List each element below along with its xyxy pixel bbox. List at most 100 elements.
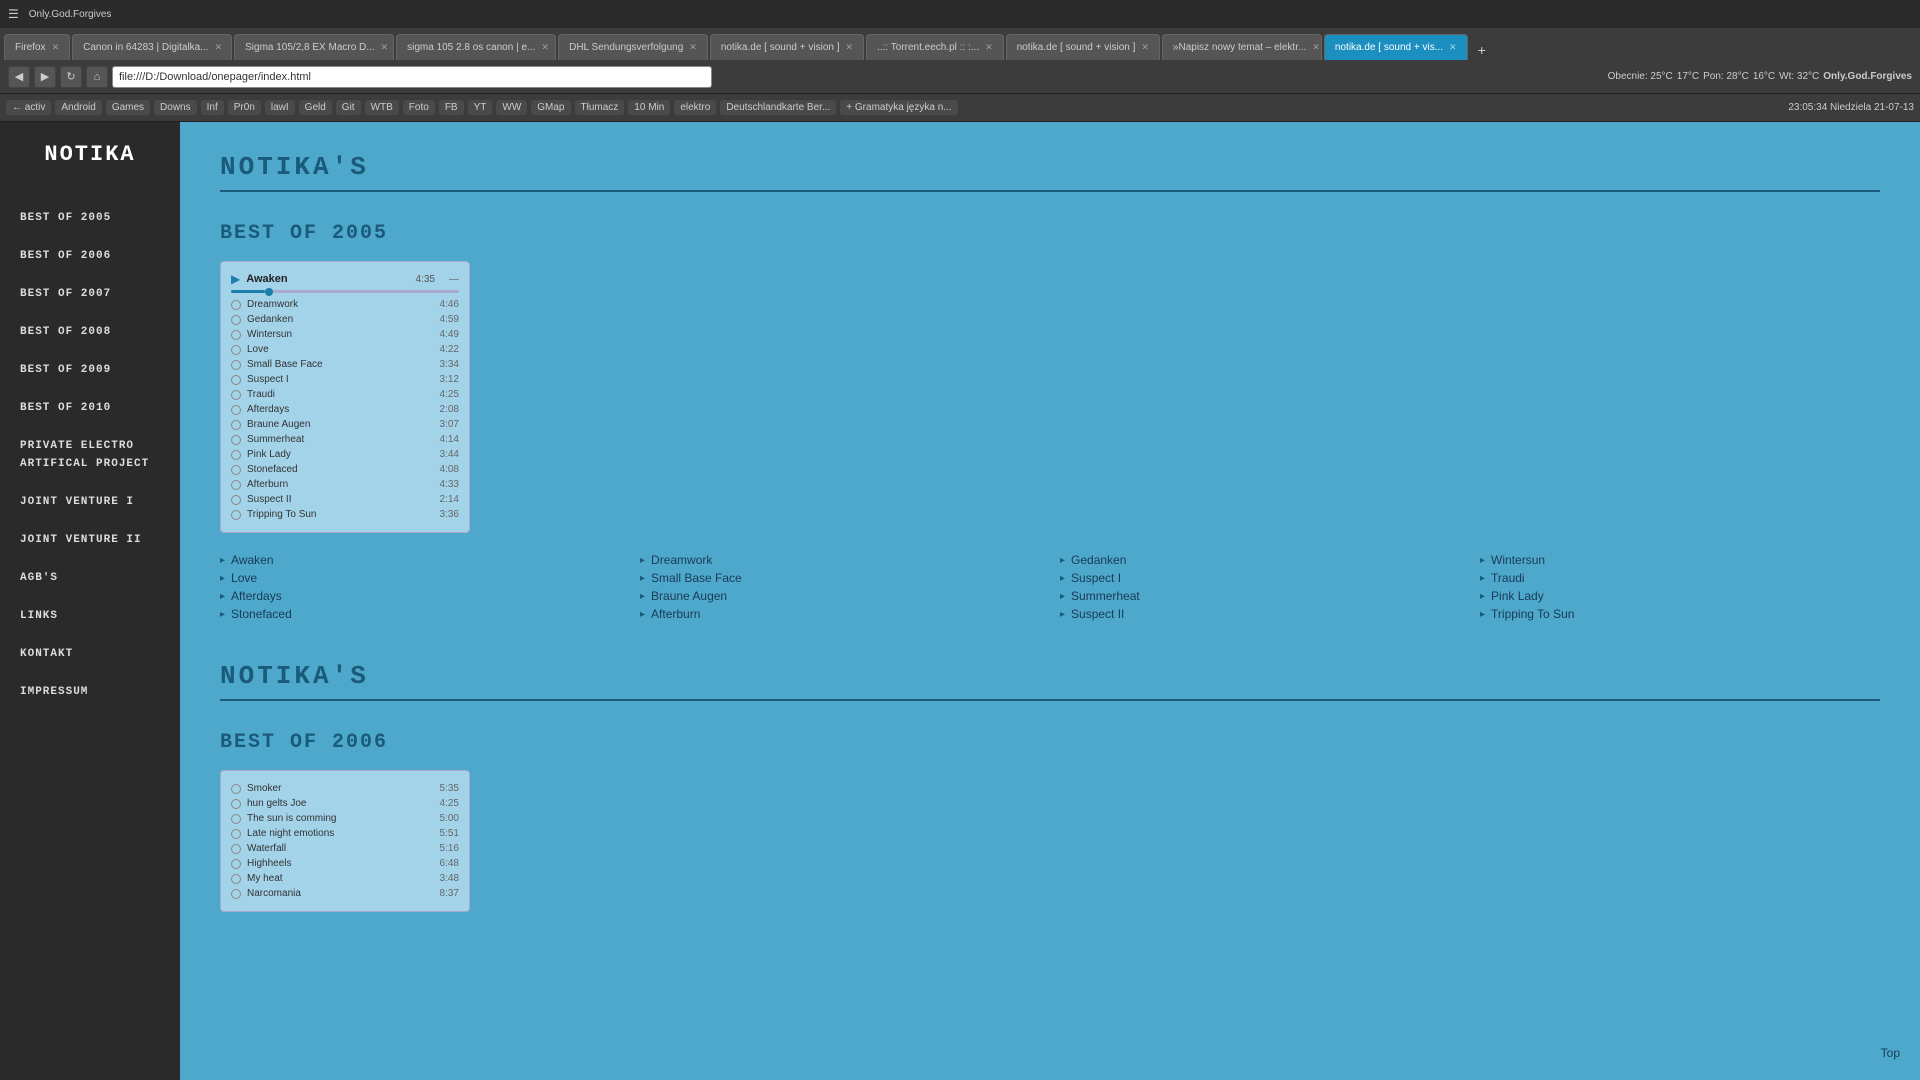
track-item-traudi[interactable]: Traudi 4:25 — [231, 387, 459, 402]
bookmark-10min[interactable]: 10 Min — [628, 100, 670, 115]
refresh-button[interactable]: ↻ — [60, 66, 82, 88]
tab-dhl[interactable]: DHL Sendungsverfolgung✕ — [558, 34, 708, 60]
bookmark-inf[interactable]: Inf — [201, 100, 224, 115]
new-tab-button[interactable]: + — [1470, 40, 1494, 60]
bookmark-ww[interactable]: WW — [496, 100, 527, 115]
title-divider-main — [220, 190, 1880, 192]
track-item-narcomania[interactable]: Narcomania 8:37 — [231, 886, 459, 901]
col-brauneaugen[interactable]: Braune Augen — [640, 589, 1040, 603]
sidebar-item-best2009[interactable]: Best of 2009 — [0, 349, 180, 387]
sidebar-item-best2008[interactable]: Best of 2008 — [0, 311, 180, 349]
track-item-wintersun[interactable]: Wintersun 4:49 — [231, 327, 459, 342]
sidebar-item-best2007[interactable]: Best of 2007 — [0, 273, 180, 311]
play-icon[interactable]: ▶ — [231, 272, 240, 286]
track-item-pinklady[interactable]: Pink Lady 3:44 — [231, 447, 459, 462]
track-item-waterfall[interactable]: Waterfall 5:16 — [231, 841, 459, 856]
track-item-dreamwork[interactable]: Dreamwork 4:46 — [231, 297, 459, 312]
col-love[interactable]: Love — [220, 571, 620, 585]
bookmark-games[interactable]: Games — [106, 100, 150, 115]
back-button[interactable]: ◀ — [8, 66, 30, 88]
track-item-afterburn[interactable]: Afterburn 4:33 — [231, 477, 459, 492]
bookmark-downs[interactable]: Downs — [154, 100, 197, 115]
track-item-brauneaugen[interactable]: Braune Augen 3:07 — [231, 417, 459, 432]
track-item-hungelts[interactable]: hun gelts Joe 4:25 — [231, 796, 459, 811]
col-summerheat[interactable]: Summerheat — [1060, 589, 1460, 603]
col-afterburn[interactable]: Afterburn — [640, 607, 1040, 621]
sidebar-item-jv1[interactable]: Joint Venture I — [0, 481, 180, 519]
tab-sigma2[interactable]: sigma 105 2.8 os canon | e...✕ — [396, 34, 556, 60]
bookmark-activ[interactable]: ← activ — [6, 100, 51, 115]
track-item-afterdays[interactable]: Afterdays 2:08 — [231, 402, 459, 417]
track-item-love[interactable]: Love 4:22 — [231, 342, 459, 357]
sidebar-item-agbs[interactable]: AGB's — [0, 557, 180, 595]
sidebar-item-links[interactable]: Links — [0, 595, 180, 633]
track-item-suspect2[interactable]: Suspect II 2:14 — [231, 492, 459, 507]
track-item-smoker[interactable]: Smoker 5:35 — [231, 781, 459, 796]
sidebar-item-jv2[interactable]: Joint Venture II — [0, 519, 180, 557]
col-gedanken[interactable]: Gedanken — [1060, 553, 1460, 567]
col-smallbaseface[interactable]: Small Base Face — [640, 571, 1040, 585]
top-link[interactable]: Top — [1881, 1046, 1900, 1060]
track-list-2006: Smoker 5:35 hun gelts Joe 4:25 The sun i… — [231, 781, 459, 901]
sidebar-item-best2006[interactable]: Best of 2006 — [0, 235, 180, 273]
bookmark-gramatyka[interactable]: + Gramatyka języka n... — [840, 100, 957, 115]
col-dreamwork[interactable]: Dreamwork — [640, 553, 1040, 567]
col-awaken[interactable]: Awaken — [220, 553, 620, 567]
sidebar-item-kontakt[interactable]: Kontakt — [0, 633, 180, 671]
bookmark-wtb[interactable]: WTB — [365, 100, 399, 115]
sidebar-item-peap[interactable]: Private Electro Artifical Project — [0, 425, 180, 481]
col-suspect1[interactable]: Suspect I — [1060, 571, 1460, 585]
track-circle-suspect2 — [231, 495, 241, 505]
col-pinklady[interactable]: Pink Lady — [1480, 589, 1880, 603]
track-circle-waterfall — [231, 844, 241, 854]
sidebar-item-best2010[interactable]: Best of 2010 — [0, 387, 180, 425]
col-suspect2[interactable]: Suspect II — [1060, 607, 1460, 621]
tab-sigma1[interactable]: Sigma 105/2,8 EX Macro D...✕ — [234, 34, 394, 60]
bookmark-geld[interactable]: Geld — [299, 100, 332, 115]
browser-toolbar: ◀ ▶ ↻ ⌂ Obecnie: 25°C 17°C Pon: 28°C 16°… — [0, 60, 1920, 94]
track-item-gedanken[interactable]: Gedanken 4:59 — [231, 312, 459, 327]
track-item-suspect1[interactable]: Suspect I 3:12 — [231, 372, 459, 387]
bookmark-tlumacz[interactable]: Tłumacz — [575, 100, 625, 115]
forward-button[interactable]: ▶ — [34, 66, 56, 88]
track-item-myheat[interactable]: My heat 3:48 — [231, 871, 459, 886]
tab-napisz[interactable]: »Napisz nowy temat – elektr...✕ — [1162, 34, 1322, 60]
bookmark-android[interactable]: Android — [55, 100, 101, 115]
home-button[interactable]: ⌂ — [86, 66, 108, 88]
page-wrapper: NOTIKA Best of 2005 Best of 2006 Best of… — [0, 122, 1920, 1080]
bookmark-elektro[interactable]: elektro — [674, 100, 716, 115]
bookmark-yt[interactable]: YT — [468, 100, 493, 115]
bookmark-pr0n[interactable]: Pr0n — [228, 100, 261, 115]
bookmark-fb[interactable]: FB — [439, 100, 464, 115]
track-item-summerheat[interactable]: Summerheat 4:14 — [231, 432, 459, 447]
bookmark-lawl[interactable]: lawI — [265, 100, 295, 115]
address-bar[interactable] — [112, 66, 712, 88]
sidebar-item-impressum[interactable]: Impressum — [0, 671, 180, 709]
col-stonefaced[interactable]: Stonefaced — [220, 607, 620, 621]
bookmark-deutschlandkarte[interactable]: Deutschlandkarte Ber... — [720, 100, 836, 115]
sidebar-item-best2005[interactable]: Best of 2005 — [0, 197, 180, 235]
bookmark-foto[interactable]: Foto — [403, 100, 435, 115]
tab-torrent[interactable]: ..:: Torrent.eech.pl :: :...✕ — [866, 34, 1004, 60]
browser-menu[interactable]: ☰ — [8, 7, 19, 21]
tab-notika2[interactable]: notika.de [ sound + vision ]✕ — [1006, 34, 1160, 60]
track-item-suncomming[interactable]: The sun is comming 5:00 — [231, 811, 459, 826]
col-trippingtosun[interactable]: Tripping To Sun — [1480, 607, 1880, 621]
track-item-latenight[interactable]: Late night emotions 5:51 — [231, 826, 459, 841]
track-item-stonefaced[interactable]: Stonefaced 4:08 — [231, 462, 459, 477]
track-item-highheels[interactable]: Highheels 6:48 — [231, 856, 459, 871]
player-progress-bar[interactable] — [231, 290, 459, 293]
col-wintersun[interactable]: Wintersun — [1480, 553, 1880, 567]
col-afterdays[interactable]: Afterdays — [220, 589, 620, 603]
track-item-trippingtosun[interactable]: Tripping To Sun 3:36 — [231, 507, 459, 522]
bookmark-git[interactable]: Git — [336, 100, 361, 115]
tab-firefox[interactable]: Firefox✕ — [4, 34, 70, 60]
bookmark-gmap[interactable]: GMap — [531, 100, 570, 115]
player-controls[interactable]: — — [449, 274, 459, 285]
col-traudi[interactable]: Traudi — [1480, 571, 1880, 585]
tab-notika1[interactable]: notika.de [ sound + vision ]✕ — [710, 34, 864, 60]
track-item-smallbaseface[interactable]: Small Base Face 3:34 — [231, 357, 459, 372]
track-circle-hungelts — [231, 799, 241, 809]
tab-canon[interactable]: Canon in 64283 | Digitalka...✕ — [72, 34, 232, 60]
tab-notika-active[interactable]: notika.de [ sound + vis...✕ — [1324, 34, 1468, 60]
